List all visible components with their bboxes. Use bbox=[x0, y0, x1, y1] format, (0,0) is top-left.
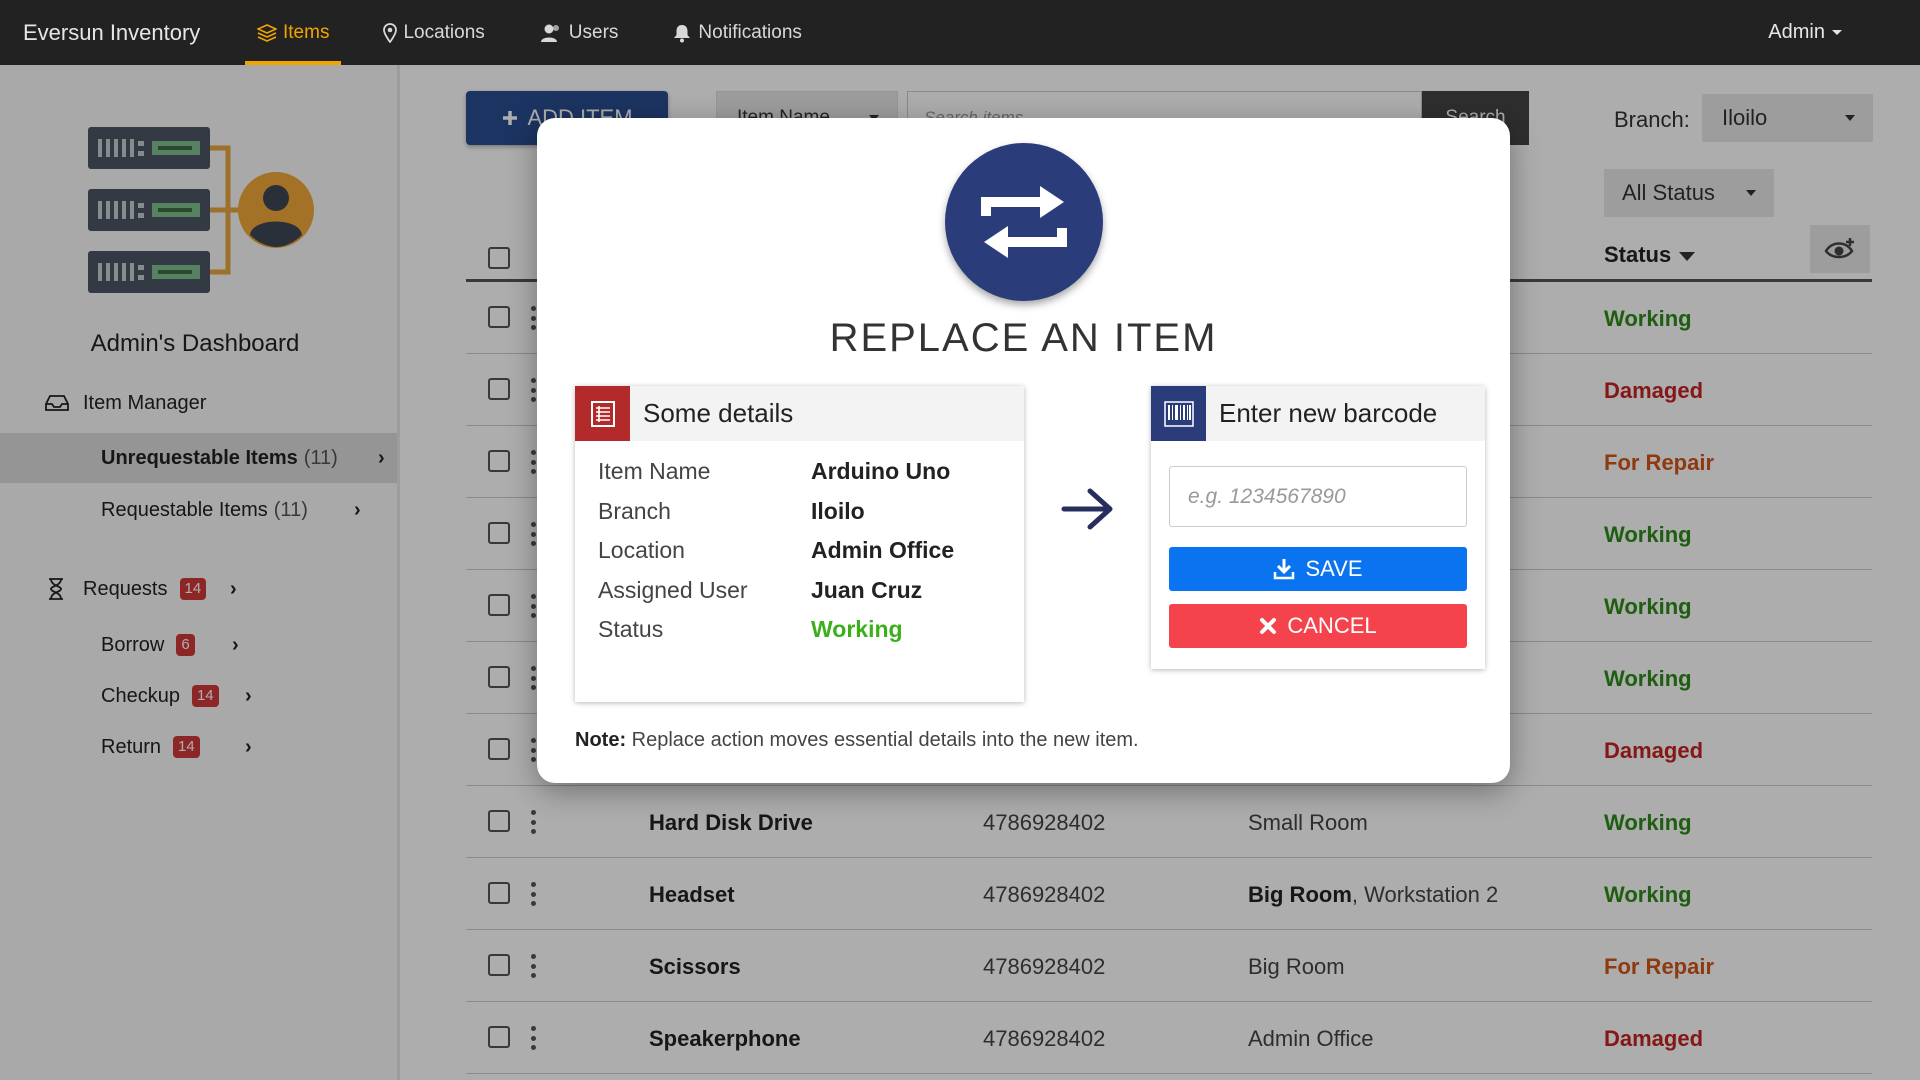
nav-locations[interactable]: Locations bbox=[371, 0, 496, 65]
new-barcode-header: Enter new barcode bbox=[1151, 386, 1485, 441]
nav-users-label: Users bbox=[568, 21, 619, 43]
nav-items-label: Items bbox=[283, 21, 330, 43]
replace-item-modal: REPLACE AN ITEM Some details Item Name Ar… bbox=[537, 118, 1510, 783]
list-document-icon bbox=[575, 386, 630, 441]
detail-label: Assigned User bbox=[598, 577, 748, 603]
detail-label: Item Name bbox=[598, 458, 711, 484]
nav-notifications[interactable]: Notifications bbox=[660, 0, 814, 65]
detail-label: Status bbox=[598, 616, 664, 642]
download-icon bbox=[1274, 559, 1295, 580]
detail-value: Admin Office bbox=[811, 537, 955, 563]
save-button[interactable]: SAVE bbox=[1169, 547, 1467, 591]
new-barcode-card: Enter new barcode e.g. 1234567890 SAVE C… bbox=[1151, 386, 1485, 669]
detail-value: Iloilo bbox=[811, 498, 865, 524]
arrow-right-icon bbox=[1061, 488, 1113, 530]
item-details-card: Some details Item Name Arduino Uno Branch I… bbox=[575, 386, 1024, 702]
item-details-header: Some details bbox=[575, 386, 1024, 441]
detail-label: Location bbox=[598, 537, 685, 563]
close-icon bbox=[1260, 618, 1277, 634]
detail-value: Working bbox=[811, 616, 903, 642]
barcode-icon bbox=[1151, 386, 1206, 441]
barcode-input[interactable]: e.g. 1234567890 bbox=[1169, 466, 1467, 527]
new-barcode-title: Enter new barcode bbox=[1219, 398, 1438, 428]
top-navbar: Eversun Inventory Items Locations Users … bbox=[0, 0, 1920, 65]
chevron-down-icon bbox=[1832, 30, 1842, 35]
detail-label: Branch bbox=[598, 498, 671, 524]
admin-user-label: Admin bbox=[1768, 21, 1825, 43]
layers-icon bbox=[257, 23, 277, 42]
nav-locations-label: Locations bbox=[403, 21, 485, 43]
admin-user-menu[interactable]: Admin bbox=[1768, 0, 1842, 65]
cancel-button[interactable]: CANCEL bbox=[1169, 604, 1467, 648]
save-button-label: SAVE bbox=[1305, 556, 1363, 581]
modal-title: REPLACE AN ITEM bbox=[829, 316, 1218, 360]
replace-note: Note: Replace action moves essential det… bbox=[575, 729, 1139, 752]
bell-icon bbox=[674, 24, 691, 42]
note-text: Replace action moves essential details i… bbox=[626, 729, 1139, 751]
item-details-title: Some details bbox=[643, 398, 794, 428]
replace-arrows-icon bbox=[945, 143, 1103, 301]
detail-value: Arduino Uno bbox=[811, 458, 951, 484]
note-label: Note: bbox=[575, 729, 627, 751]
nav-items[interactable]: Items bbox=[245, 0, 342, 65]
map-pin-icon bbox=[383, 22, 398, 43]
cancel-button-label: CANCEL bbox=[1287, 613, 1377, 638]
nav-notifications-label: Notifications bbox=[698, 21, 802, 43]
brand-name[interactable]: Eversun Inventory bbox=[23, 20, 245, 46]
detail-value: Juan Cruz bbox=[811, 577, 923, 603]
users-icon bbox=[540, 24, 559, 42]
nav-users[interactable]: Users bbox=[527, 0, 631, 65]
